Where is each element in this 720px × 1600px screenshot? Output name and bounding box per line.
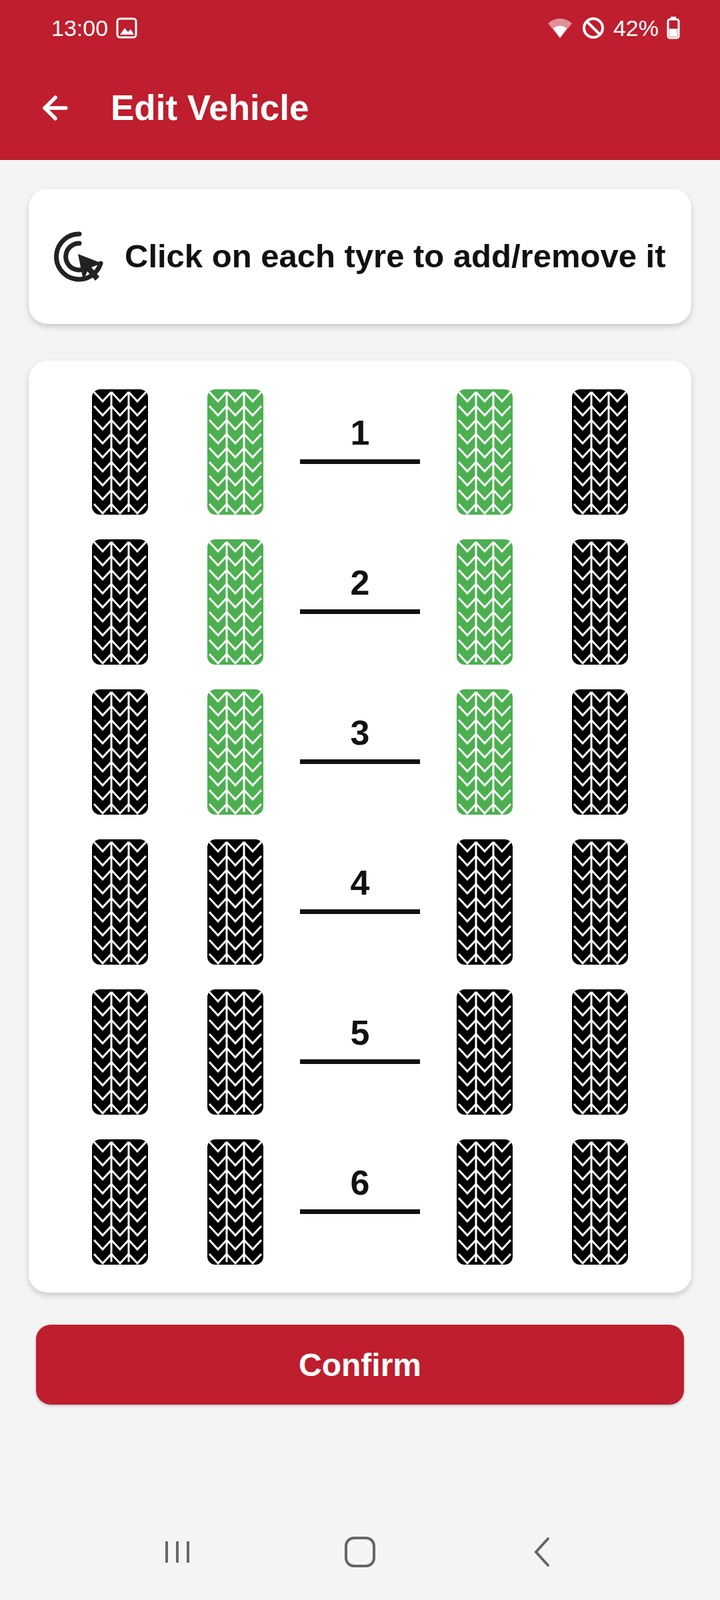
- back-nav-button[interactable]: [520, 1529, 566, 1575]
- axle-row: 4: [28, 826, 692, 977]
- tyre[interactable]: [572, 839, 628, 965]
- axle-card: 1 2 3 4 5 6: [28, 360, 692, 1293]
- tyre[interactable]: [572, 539, 628, 665]
- tyre[interactable]: [92, 389, 148, 515]
- tyre-icon: [92, 839, 148, 965]
- home-icon: [343, 1535, 377, 1569]
- tyre-icon: [572, 539, 628, 665]
- tyre[interactable]: [207, 539, 264, 665]
- arrow-left-icon: [37, 90, 74, 126]
- app-bar: Edit Vehicle: [0, 56, 720, 160]
- axle-row: 3: [28, 676, 692, 827]
- axle-line: [300, 459, 420, 464]
- battery-level: 42%: [613, 14, 659, 42]
- header: 13:00 42% Edit Vehicle: [0, 0, 720, 160]
- axle-line: [300, 759, 420, 764]
- tyre[interactable]: [572, 689, 628, 815]
- tyre-icon: [207, 989, 264, 1115]
- tyre-icon: [572, 389, 628, 515]
- axle-number: 2: [350, 564, 370, 602]
- axle: 1: [300, 414, 420, 489]
- tyre[interactable]: [456, 1139, 513, 1265]
- wifi-icon: [546, 16, 574, 40]
- tyre-icon: [572, 689, 628, 815]
- tyre[interactable]: [92, 839, 148, 965]
- axle: 2: [300, 564, 420, 639]
- axle: 4: [300, 864, 420, 939]
- axle-number: 6: [350, 1164, 370, 1202]
- axle-row: 1: [28, 376, 692, 527]
- axle-number: 5: [350, 1014, 370, 1052]
- page-title: Edit Vehicle: [110, 86, 310, 130]
- tyre-icon: [92, 1139, 148, 1265]
- tyre-icon: [207, 389, 264, 515]
- blocked-icon: [581, 16, 606, 40]
- axle-number: 4: [350, 864, 370, 902]
- axle-row: 6: [28, 1126, 692, 1277]
- tyre-icon: [92, 539, 148, 665]
- tyre[interactable]: [207, 839, 264, 965]
- confirm-button[interactable]: Confirm: [36, 1324, 684, 1405]
- axle: 3: [300, 714, 420, 789]
- tyre-icon: [572, 989, 628, 1115]
- tyre[interactable]: [572, 989, 628, 1115]
- tyre-icon: [207, 689, 264, 815]
- edit-vehicle-screen: 13:00 42% Edit Vehicle Click on each tyre t…: [0, 0, 720, 1600]
- tyre-icon: [207, 839, 264, 965]
- tyre[interactable]: [207, 1139, 264, 1265]
- tyre[interactable]: [456, 539, 513, 665]
- tyre-icon: [456, 989, 513, 1115]
- tyre-icon: [456, 539, 513, 665]
- tyre[interactable]: [207, 389, 264, 515]
- battery-icon: [666, 16, 680, 40]
- tyre-icon: [456, 689, 513, 815]
- tyre-icon: [572, 1139, 628, 1265]
- hint-card: Click on each tyre to add/remove it: [28, 188, 692, 324]
- tyre[interactable]: [92, 1139, 148, 1265]
- tyre-icon: [456, 1139, 513, 1265]
- nav-bar: [0, 1503, 720, 1600]
- tyre[interactable]: [207, 989, 264, 1115]
- home-button[interactable]: [336, 1528, 384, 1576]
- tyre[interactable]: [456, 989, 513, 1115]
- tyre-icon: [92, 989, 148, 1115]
- tyre-icon: [456, 839, 513, 965]
- axle-number: 3: [350, 714, 370, 752]
- image-icon: [116, 17, 138, 39]
- tyre-icon: [92, 689, 148, 815]
- tyre-icon: [572, 839, 628, 965]
- tyre[interactable]: [572, 1139, 628, 1265]
- hint-text: Click on each tyre to add/remove it: [124, 232, 666, 282]
- tyre-icon: [207, 1139, 264, 1265]
- back-icon: [526, 1536, 559, 1568]
- tyre-icon: [456, 389, 513, 515]
- axle-line: [300, 1059, 420, 1064]
- axle-row: 2: [28, 526, 692, 677]
- axle-line: [300, 909, 420, 914]
- tyre[interactable]: [456, 389, 513, 515]
- axle: 6: [300, 1164, 420, 1239]
- tyre[interactable]: [92, 989, 148, 1115]
- tyre[interactable]: [207, 689, 264, 815]
- axle-number: 1: [350, 414, 370, 452]
- tyre[interactable]: [92, 689, 148, 815]
- axle-line: [300, 609, 420, 614]
- tyre[interactable]: [92, 539, 148, 665]
- tyre-icon: [92, 389, 148, 515]
- tyre[interactable]: [456, 839, 513, 965]
- tyre[interactable]: [572, 389, 628, 515]
- status-bar: 13:00 42%: [0, 0, 720, 56]
- recents-button[interactable]: [154, 1529, 200, 1575]
- recents-icon: [161, 1536, 194, 1568]
- axle-line: [300, 1209, 420, 1214]
- status-time: 13:00: [51, 14, 108, 42]
- tyre[interactable]: [456, 689, 513, 815]
- axle: 5: [300, 1014, 420, 1089]
- axle-row: 5: [28, 976, 692, 1127]
- tyre-icon: [207, 539, 264, 665]
- tap-icon: [52, 230, 106, 284]
- back-button[interactable]: [37, 90, 74, 126]
